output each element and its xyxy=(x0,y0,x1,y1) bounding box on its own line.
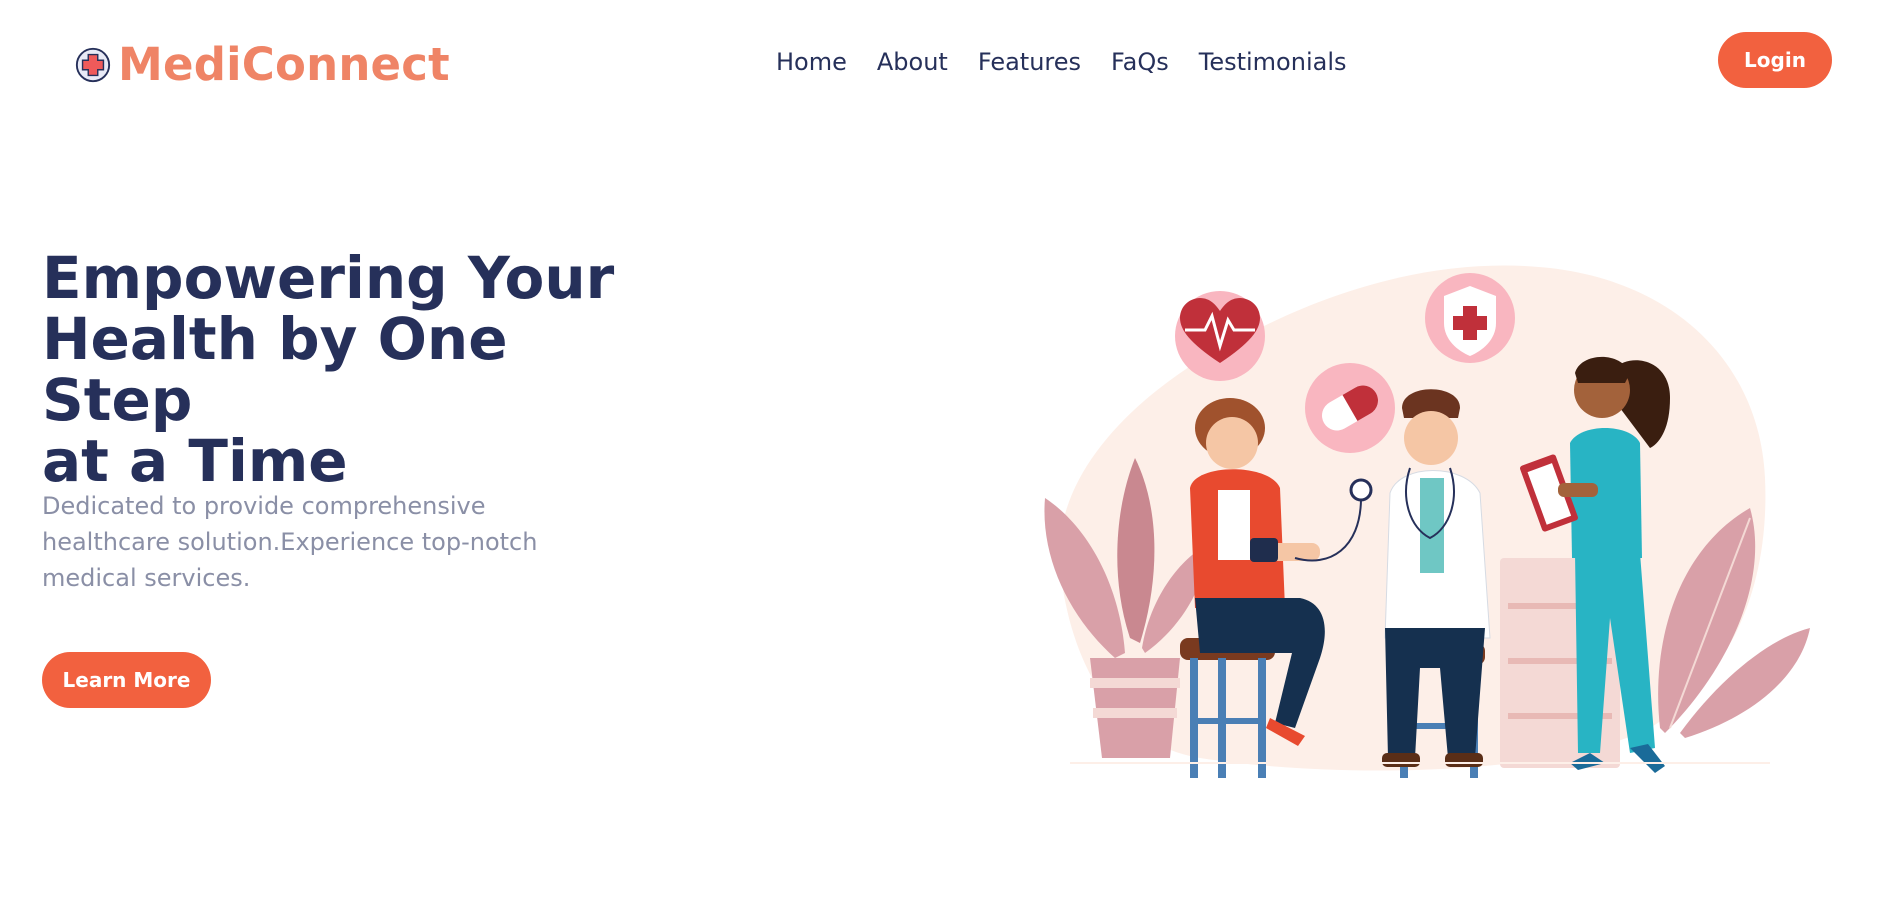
hero-title: Empowering Your Health by One Step at a … xyxy=(42,248,662,492)
nav-link-about[interactable]: About xyxy=(862,46,963,78)
hero-title-line-3: at a Time xyxy=(42,427,348,495)
main-nav: Home About Features FaQs Testimonials xyxy=(776,46,1362,78)
pill-icon xyxy=(1305,363,1395,453)
shield-cross-icon xyxy=(1425,273,1515,363)
login-button[interactable]: Login xyxy=(1718,32,1832,88)
hero-title-line-1: Empowering Your xyxy=(42,244,615,312)
brand-name: MediConnect xyxy=(118,38,450,91)
navbar: MediConnect Home About Features FaQs Tes… xyxy=(0,0,1890,120)
heart-rate-icon xyxy=(1175,291,1265,381)
doctor-checkup-illustration xyxy=(1044,265,1810,778)
hero-subtitle: Dedicated to provide comprehensive healt… xyxy=(42,492,538,592)
nav-link-testimonials[interactable]: Testimonials xyxy=(1184,46,1362,78)
brand-logo-link[interactable]: MediConnect xyxy=(74,40,450,90)
nav-link-home[interactable]: Home xyxy=(776,46,862,78)
medical-cross-icon xyxy=(75,47,111,83)
nav-link-features[interactable]: Features xyxy=(963,46,1096,78)
learn-more-button[interactable]: Learn More xyxy=(42,652,211,708)
nav-link-faqs[interactable]: FaQs xyxy=(1096,46,1184,78)
hero-title-line-2: Health by One Step xyxy=(42,305,508,434)
